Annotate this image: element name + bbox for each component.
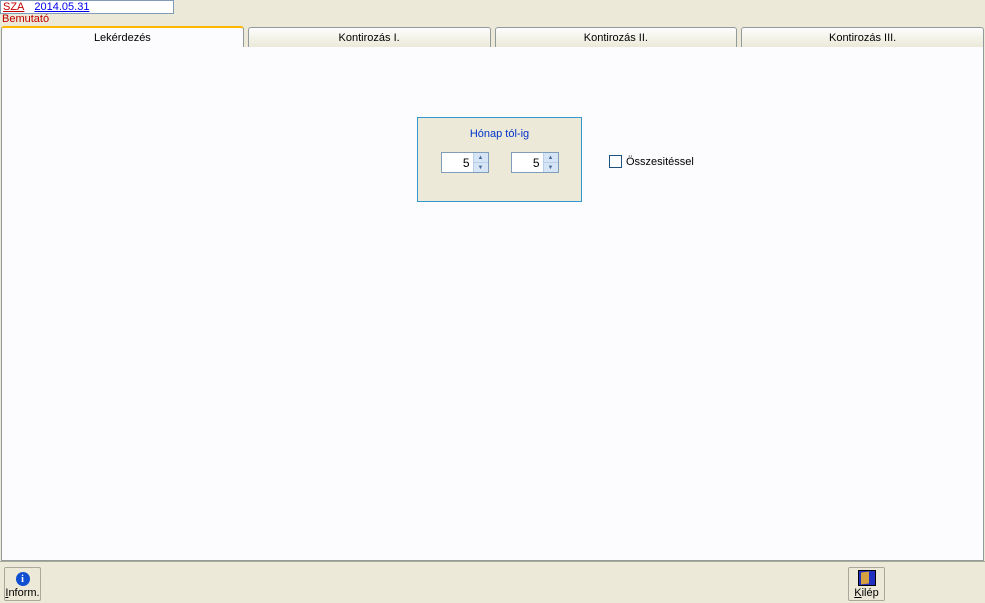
tab-kontirozas-2[interactable]: Kontirozás II. — [495, 27, 738, 47]
bottom-toolbar: i Inform. Kilép — [0, 561, 985, 603]
inform-label: Inform. — [5, 587, 39, 599]
spin-down-icon[interactable]: ▼ — [474, 163, 488, 172]
month-from-spinner[interactable]: 5 ▲ ▼ — [441, 152, 489, 173]
summary-checkbox-row[interactable]: Összesitéssel — [609, 155, 694, 168]
tab-label: Kontirozás II. — [584, 32, 648, 44]
spinner-row: 5 ▲ ▼ 5 ▲ ▼ — [418, 152, 581, 173]
exit-button[interactable]: Kilép — [848, 567, 885, 601]
spin-up-icon[interactable]: ▲ — [544, 153, 558, 163]
tab-label: Kontirozás I. — [339, 32, 400, 44]
spinner-buttons: ▲ ▼ — [543, 153, 558, 172]
spin-down-icon[interactable]: ▼ — [544, 163, 558, 172]
checkbox-label: Összesitéssel — [626, 156, 694, 168]
spinner-buttons: ▲ ▼ — [473, 153, 488, 172]
content-panel: Hónap tól-ig 5 ▲ ▼ 5 ▲ ▼ Összesitéssel — [1, 47, 984, 561]
door-icon — [858, 570, 876, 586]
month-to-spinner[interactable]: 5 ▲ ▼ — [511, 152, 559, 173]
info-icon: i — [16, 572, 30, 586]
tab-bar: Lekérdezés Kontirozás I. Kontirozás II. … — [1, 27, 984, 48]
month-range-group: Hónap tól-ig 5 ▲ ▼ 5 ▲ ▼ — [417, 117, 582, 202]
tab-label: Kontirozás III. — [829, 32, 896, 44]
header-code: SZA — [3, 1, 24, 13]
header-date: 2014.05.31 — [34, 1, 89, 13]
spin-up-icon[interactable]: ▲ — [474, 153, 488, 163]
header-info-box: SZA 2014.05.31 — [0, 0, 174, 14]
tab-kontirozas-3[interactable]: Kontirozás III. — [741, 27, 984, 47]
header-bar: SZA 2014.05.31 Bemutató — [0, 0, 174, 25]
inform-button[interactable]: i Inform. — [4, 567, 41, 601]
checkbox-icon[interactable] — [609, 155, 622, 168]
tab-query[interactable]: Lekérdezés — [1, 26, 244, 47]
month-to-value[interactable]: 5 — [512, 153, 543, 172]
tab-kontirozas-1[interactable]: Kontirozás I. — [248, 27, 491, 47]
tab-label: Lekérdezés — [94, 32, 151, 44]
exit-label: Kilép — [854, 587, 878, 599]
group-title: Hónap tól-ig — [418, 128, 581, 140]
header-subtitle: Bemutató — [0, 14, 174, 24]
month-from-value[interactable]: 5 — [442, 153, 473, 172]
